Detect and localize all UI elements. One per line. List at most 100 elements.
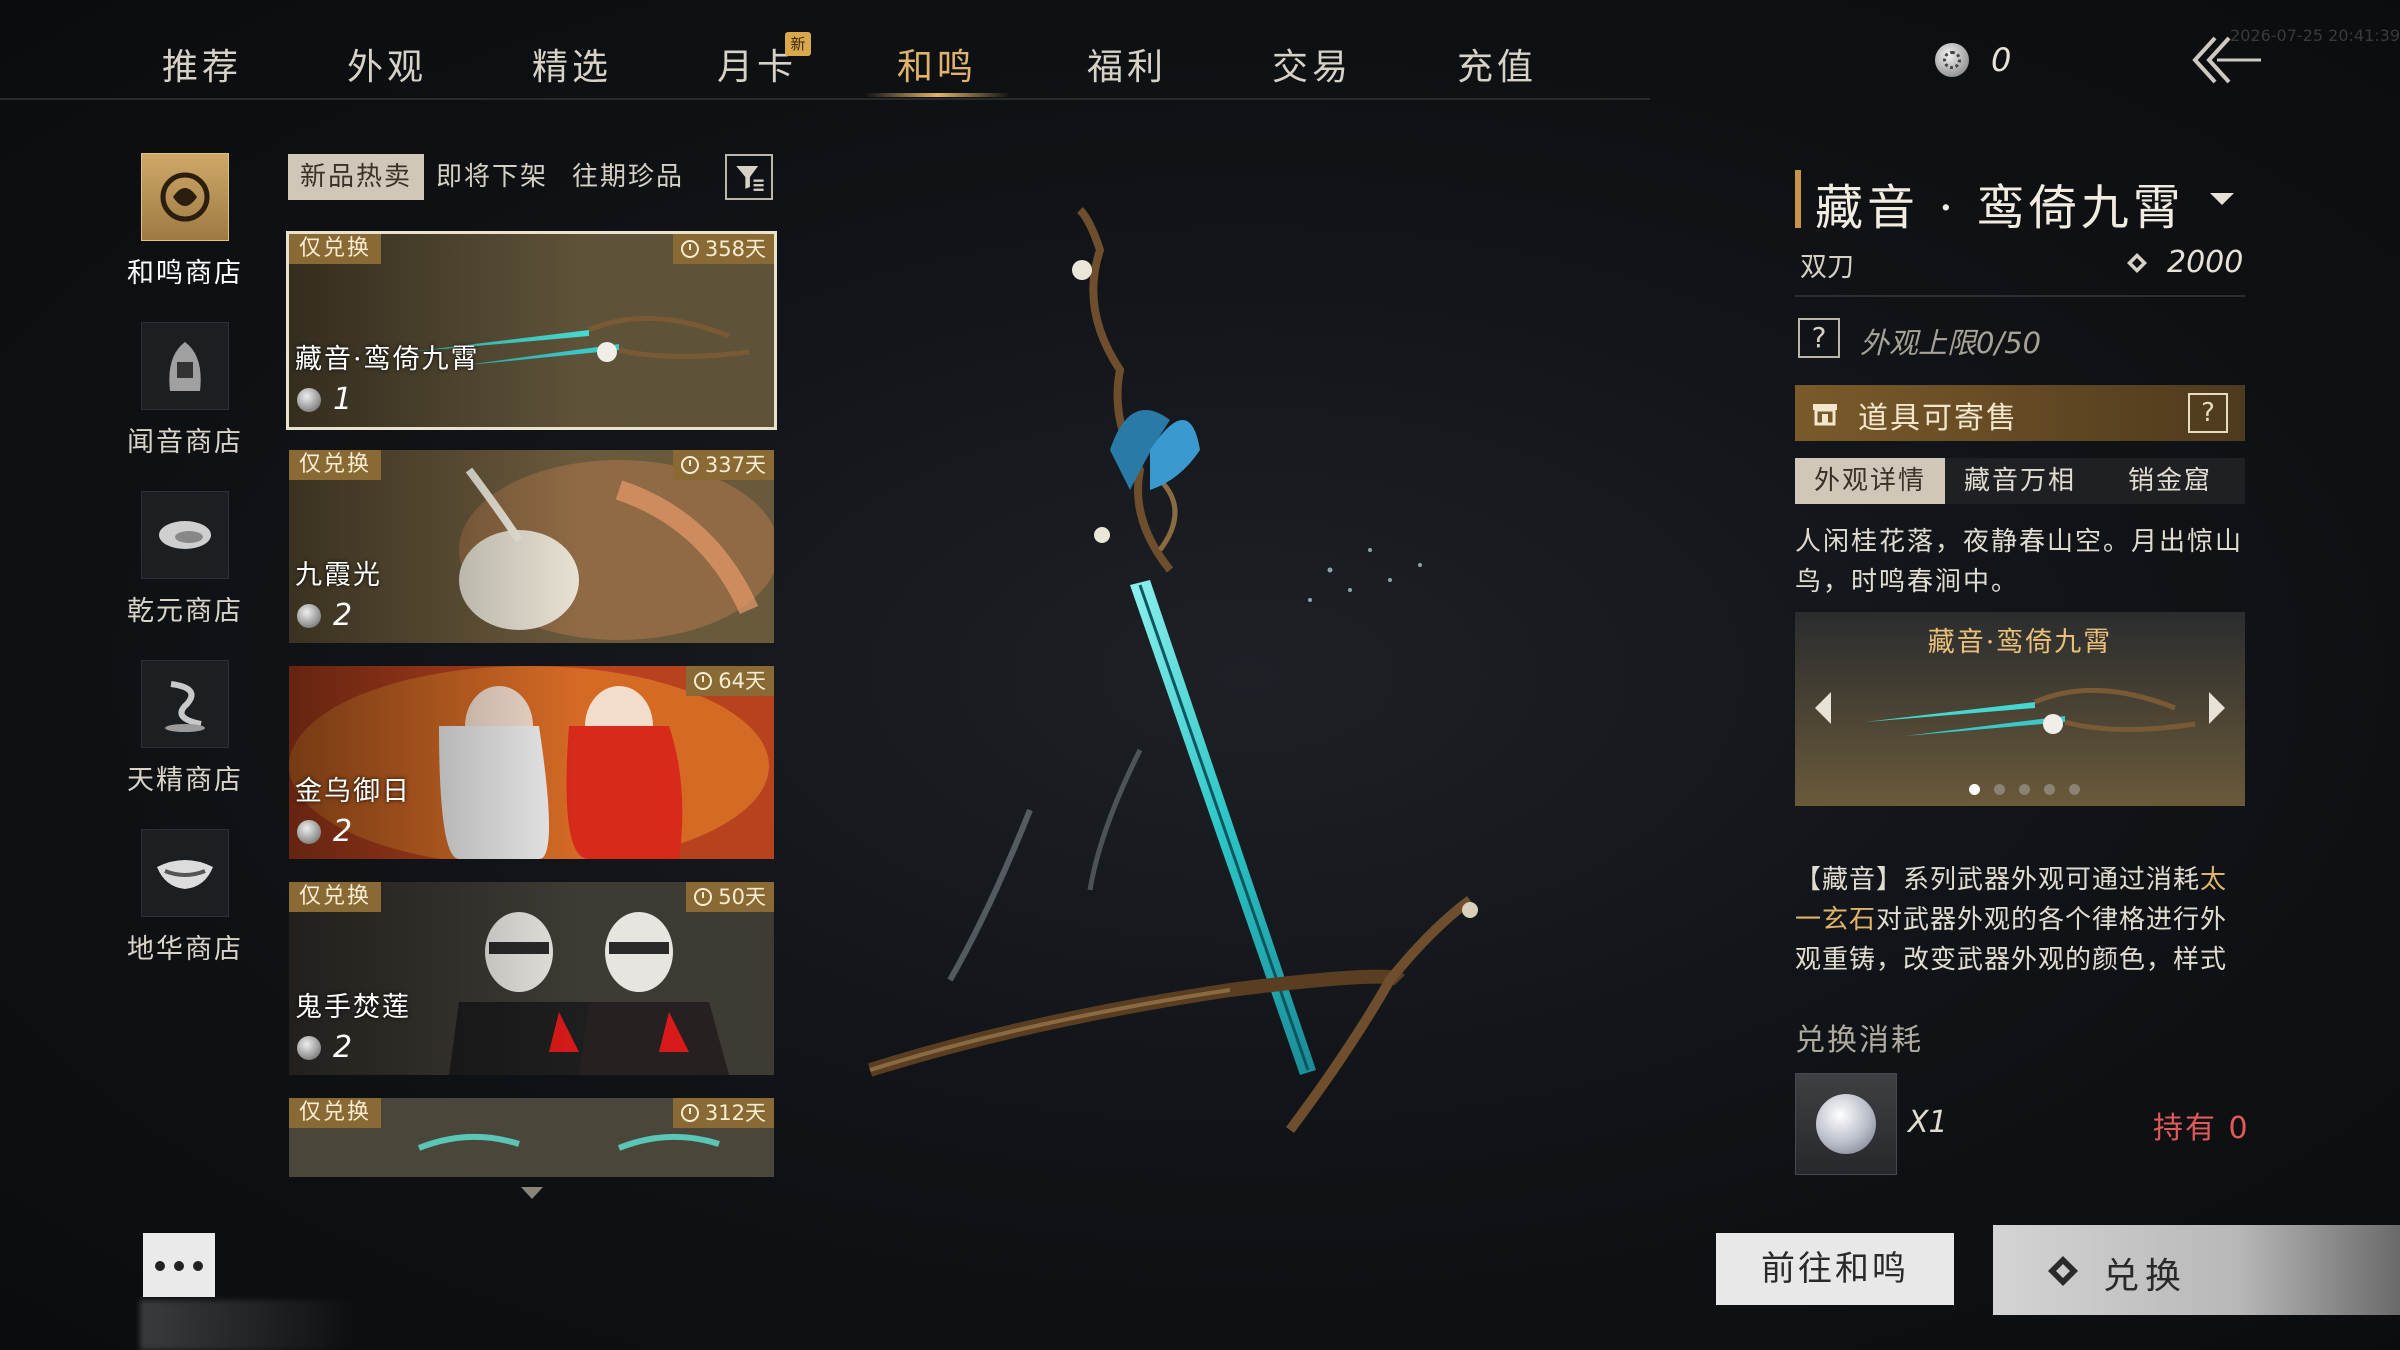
clock-icon bbox=[680, 456, 699, 474]
coin-icon bbox=[297, 819, 321, 844]
days-remaining-badge: 50天 bbox=[686, 882, 774, 912]
tianjing-shop-icon bbox=[141, 660, 229, 748]
days-remaining-badge: 337天 bbox=[672, 450, 774, 480]
item-cost: 1 bbox=[297, 382, 352, 417]
more-options-button[interactable] bbox=[143, 1233, 215, 1297]
exchange-only-badge: 仅兑换 bbox=[289, 1098, 382, 1128]
clock-icon bbox=[680, 1104, 699, 1122]
preview-prev-icon[interactable] bbox=[1815, 692, 1831, 724]
shop-label: 乾元商店 bbox=[127, 596, 243, 627]
diamond-icon bbox=[2048, 1256, 2078, 1286]
exchange-button[interactable]: 兑换 bbox=[1993, 1225, 2400, 1315]
days-remaining-badge: 358天 bbox=[672, 234, 774, 264]
currency-value: 0 bbox=[1991, 41, 2012, 79]
page-dot[interactable] bbox=[2044, 784, 2055, 795]
tab-hemeng[interactable]: 和鸣 bbox=[897, 38, 977, 90]
weapon-type: 双刀 bbox=[1800, 252, 1854, 283]
dot-icon bbox=[174, 1261, 184, 1271]
exchange-cost-label: 兑换消耗 bbox=[1795, 1023, 1923, 1058]
shop-label: 地华商店 bbox=[127, 934, 243, 965]
appearance-limit: 外观上限0/50 bbox=[1860, 326, 2042, 360]
tab-recommend[interactable]: 推荐 bbox=[162, 38, 242, 90]
dihua-shop-icon bbox=[141, 829, 229, 917]
item-name: 鬼手焚莲 bbox=[295, 992, 411, 1023]
shop-label: 闻音商店 bbox=[127, 427, 243, 458]
item-cost: 2 bbox=[297, 1030, 352, 1065]
owned-count: 持有 0 bbox=[2153, 1111, 2250, 1146]
top-nav: 推荐 外观 精选 月卡 新 和鸣 福利 交易 充值 bbox=[0, 0, 1650, 100]
series-description: 【藏音】系列武器外观可通过消耗太一玄石对武器外观的各个律格进行外观重铸，改变武器… bbox=[1795, 865, 2228, 975]
cost-item-slot[interactable] bbox=[1795, 1073, 1897, 1175]
shop-wenyin[interactable]: 闻音商店 bbox=[120, 322, 250, 459]
dot-icon bbox=[155, 1261, 165, 1271]
coin-icon bbox=[297, 387, 321, 412]
consign-help-icon[interactable]: ? bbox=[2188, 393, 2228, 433]
item-card[interactable]: 仅兑换 337天 九霞光 2 bbox=[289, 450, 774, 643]
page-dot[interactable] bbox=[1969, 784, 1980, 795]
days-remaining-badge: 64天 bbox=[686, 666, 774, 696]
item-title: 藏音 · 鸾倚九霄 bbox=[1815, 180, 2185, 236]
new-badge: 新 bbox=[785, 32, 811, 56]
clock-icon bbox=[694, 672, 713, 690]
tab-zangyin-variants[interactable]: 藏音万相 bbox=[1945, 458, 2095, 504]
title-dropdown-icon[interactable] bbox=[2210, 193, 2234, 205]
item-card[interactable]: 仅兑换 358天 藏音·鸾倚九霄 1 bbox=[286, 231, 777, 430]
taiyi-stone-icon bbox=[1816, 1094, 1876, 1154]
weapon-display[interactable] bbox=[830, 190, 1530, 1170]
tab-xiaojinku[interactable]: 销金窟 bbox=[2095, 458, 2245, 504]
tab-recharge[interactable]: 充值 bbox=[1457, 38, 1537, 90]
scroll-down-indicator[interactable] bbox=[521, 1187, 543, 1199]
clock-icon bbox=[694, 888, 713, 906]
item-cost: 2 bbox=[297, 598, 352, 633]
clock-icon bbox=[680, 240, 699, 258]
days-remaining-badge: 312天 bbox=[672, 1098, 774, 1128]
subtab-past-treasures[interactable]: 往期珍品 bbox=[560, 154, 696, 200]
shop-label: 和鸣商店 bbox=[127, 258, 243, 289]
subtab-new-hot[interactable]: 新品热卖 bbox=[288, 154, 425, 200]
shop-label: 天精商店 bbox=[127, 765, 243, 796]
cost-quantity: X1 bbox=[1908, 1105, 1948, 1140]
item-name: 九霞光 bbox=[295, 560, 382, 591]
page-dot[interactable] bbox=[1994, 784, 2005, 795]
item-poem: 人闲桂花落，夜静春山空。月出惊山鸟，时鸣春涧中。 bbox=[1795, 527, 2244, 597]
shop-tianjing[interactable]: 天精商店 bbox=[120, 660, 250, 797]
tab-appearance[interactable]: 外观 bbox=[347, 38, 427, 90]
coin-icon bbox=[297, 1035, 321, 1060]
filter-icon[interactable] bbox=[725, 154, 773, 200]
item-card[interactable]: 64天 金乌御日 2 bbox=[289, 666, 774, 859]
currency-display: 0 bbox=[1935, 40, 2011, 80]
item-cost: 2 bbox=[297, 814, 352, 849]
goto-hemeng-button[interactable]: 前往和鸣 bbox=[1716, 1233, 1954, 1305]
hemeng-shop-icon bbox=[141, 153, 229, 241]
item-name: 藏音·鸾倚九霄 bbox=[295, 344, 480, 375]
item-card[interactable]: 仅兑换 50天 鬼手焚莲 2 bbox=[289, 882, 774, 1075]
score-icon bbox=[2127, 252, 2147, 273]
tab-featured[interactable]: 精选 bbox=[532, 38, 612, 90]
page-dot[interactable] bbox=[2069, 784, 2080, 795]
coin-icon bbox=[1935, 43, 1969, 77]
tab-appearance-details[interactable]: 外观详情 bbox=[1795, 458, 1945, 504]
tab-welfare[interactable]: 福利 bbox=[1087, 38, 1167, 90]
limit-help-icon[interactable]: ? bbox=[1798, 318, 1840, 358]
exchange-only-badge: 仅兑换 bbox=[289, 882, 382, 912]
tab-trade[interactable]: 交易 bbox=[1272, 38, 1352, 90]
chat-preview bbox=[140, 1300, 360, 1350]
active-tab-underline bbox=[865, 93, 1010, 97]
subtab-leaving-soon[interactable]: 即将下架 bbox=[424, 154, 560, 200]
shop-qianyuan[interactable]: 乾元商店 bbox=[120, 491, 250, 628]
exchange-only-badge: 仅兑换 bbox=[289, 234, 382, 264]
title-accent-bar bbox=[1795, 170, 1801, 228]
variant-preview: 藏音·鸾倚九霄 bbox=[1795, 612, 2245, 806]
qianyuan-shop-icon bbox=[141, 491, 229, 579]
coin-icon bbox=[297, 603, 321, 628]
dot-icon bbox=[193, 1261, 203, 1271]
shop-dihua[interactable]: 地华商店 bbox=[120, 829, 250, 966]
preview-next-icon[interactable] bbox=[2209, 692, 2225, 724]
shop-hemeng[interactable]: 和鸣商店 bbox=[120, 153, 250, 290]
detail-tabs: 外观详情 藏音万相 销金窟 bbox=[1795, 458, 2245, 504]
preview-title: 藏音·鸾倚九霄 bbox=[1927, 627, 2113, 658]
item-card[interactable]: 仅兑换 312天 bbox=[289, 1098, 774, 1177]
page-dot[interactable] bbox=[2019, 784, 2030, 795]
wenyin-shop-icon bbox=[141, 322, 229, 410]
shop-stall-icon bbox=[1813, 404, 1837, 426]
